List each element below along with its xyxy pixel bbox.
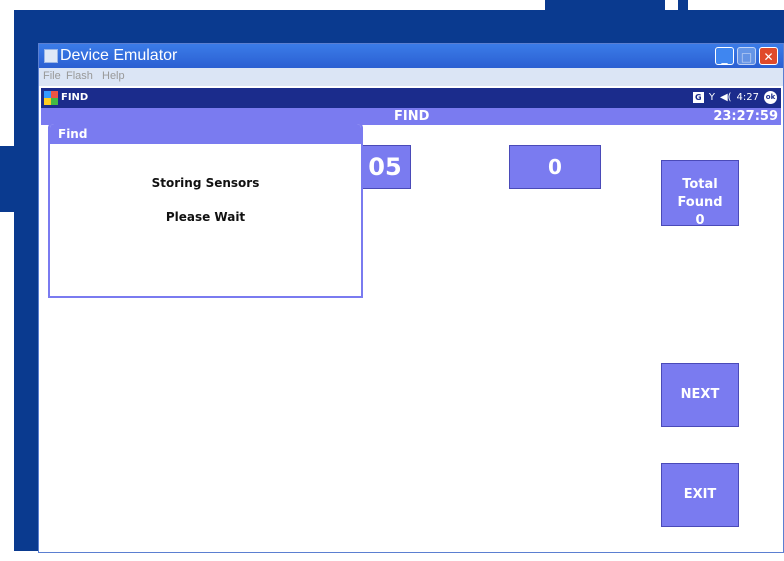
start-flag-icon[interactable]	[44, 91, 58, 105]
total-found-button[interactable]: Total Found 0	[661, 160, 739, 228]
find-dialog: Find Storing Sensors Please Wait	[48, 122, 363, 298]
total-found-label: Total Found	[677, 177, 723, 210]
dialog-message-wait: Please Wait	[165, 210, 246, 224]
desktop-edge-top	[0, 0, 784, 10]
header-clock: 23:27:59	[713, 109, 778, 124]
close-button[interactable]: ✕	[759, 47, 778, 65]
ok-icon[interactable]: ok	[764, 91, 777, 104]
menu-flash[interactable]: Flash	[66, 70, 93, 82]
volume-icon[interactable]: ◀(	[720, 92, 732, 103]
maximize-button[interactable]: □	[737, 47, 756, 65]
signal-icon[interactable]: Y	[709, 92, 715, 103]
menu-bar: File Flash Help	[39, 68, 783, 86]
desktop-notch-top-small	[678, 0, 688, 14]
desktop-edge-left	[0, 0, 14, 561]
window-title: Device Emulator	[60, 47, 178, 64]
system-tray: G Y ◀( 4:27 ok	[692, 91, 777, 104]
exit-button[interactable]: EXIT	[661, 463, 739, 527]
dialog-message-status: Storing Sensors	[151, 176, 260, 190]
window-icon	[44, 49, 58, 63]
dialog-title: Find	[58, 127, 88, 141]
total-found-value: 0	[695, 213, 705, 228]
device-screen: FIND G Y ◀( 4:27 ok FIND 23:27:59 05 0 T…	[41, 88, 781, 550]
header-title: FIND	[394, 109, 430, 124]
window-titlebar[interactable]: Device Emulator _ □ ✕	[39, 44, 783, 68]
desktop-notch-top	[545, 0, 665, 10]
tray-time[interactable]: 4:27	[737, 92, 759, 103]
emulator-window: Device Emulator _ □ ✕ File Flash Help FI…	[38, 43, 784, 553]
g-icon[interactable]: G	[692, 92, 704, 103]
menu-file[interactable]: File	[43, 70, 61, 82]
taskbar-app-title: FIND	[61, 92, 89, 103]
device-taskbar: FIND G Y ◀( 4:27 ok	[41, 88, 781, 108]
dialog-titlebar: Find	[50, 124, 361, 144]
menu-help[interactable]: Help	[102, 70, 125, 82]
minimize-button[interactable]: _	[715, 47, 734, 65]
next-button[interactable]: NEXT	[661, 363, 739, 427]
sensor-count-display: 0	[509, 145, 601, 189]
desktop-notch-left	[0, 146, 14, 212]
